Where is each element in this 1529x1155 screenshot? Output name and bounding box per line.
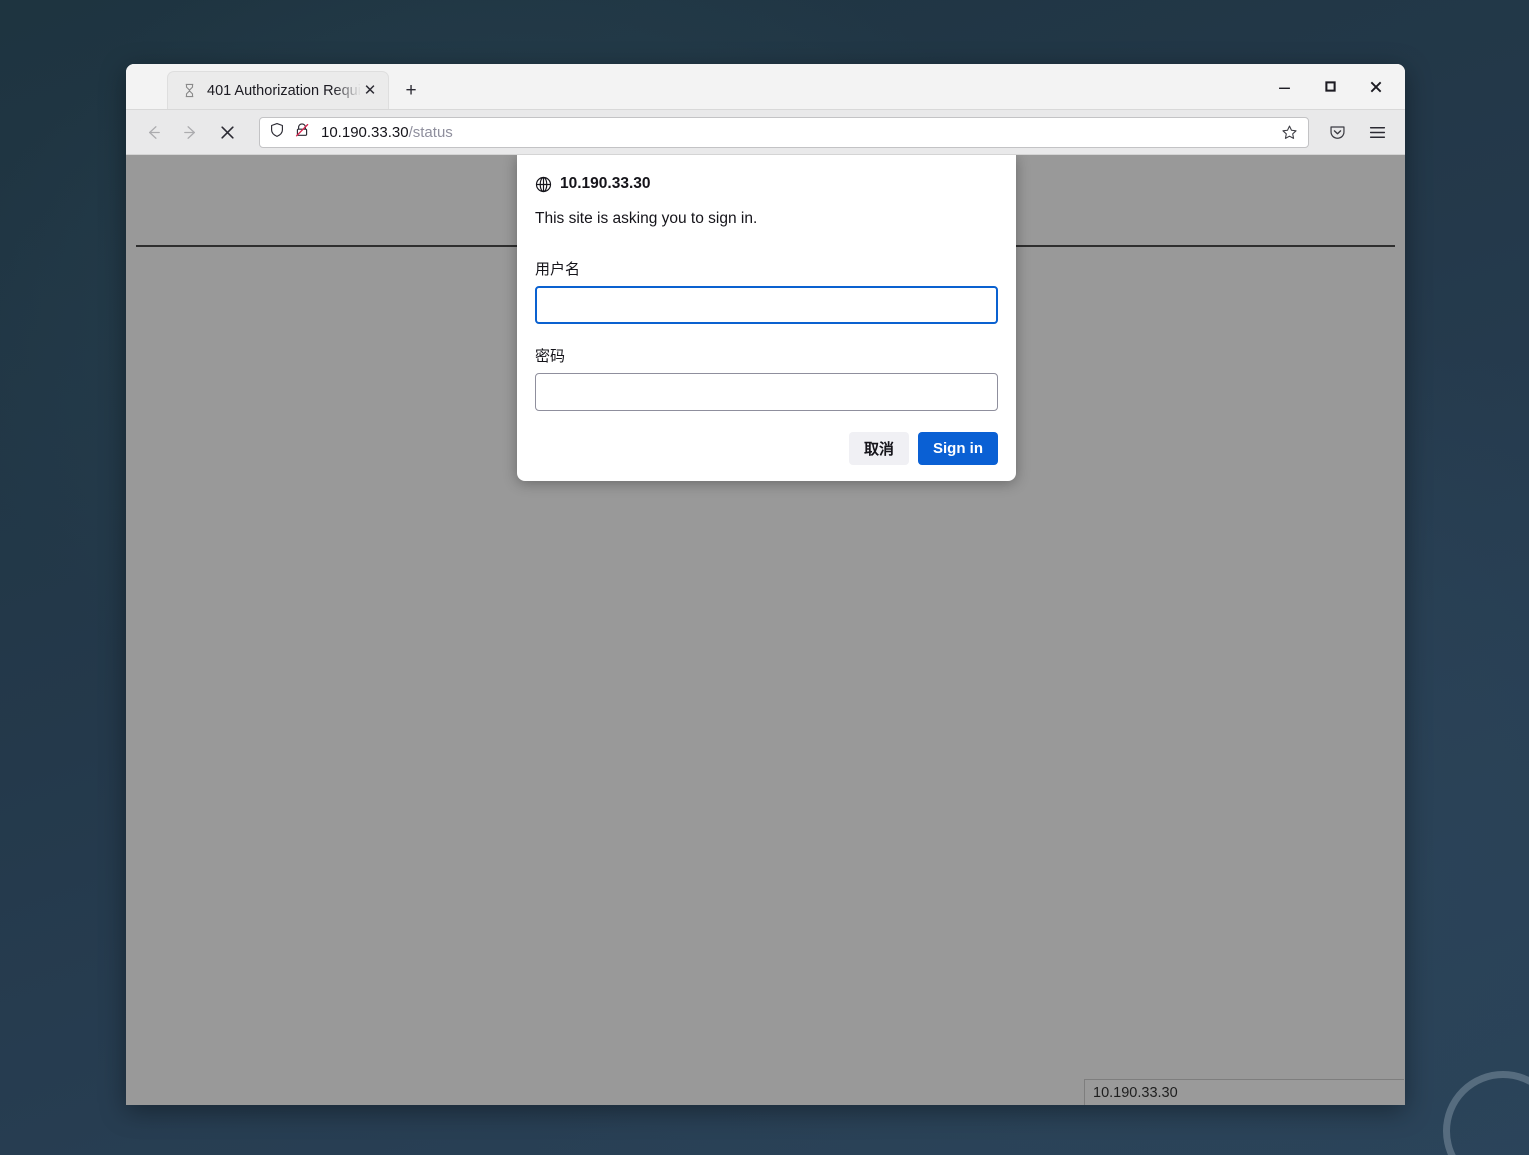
tab-title: 401 Authorization Required bbox=[207, 82, 361, 99]
dialog-origin-row: 10.190.33.30 bbox=[535, 175, 998, 193]
status-bar-popup: 10.190.33.30 bbox=[1084, 1079, 1404, 1105]
back-button[interactable] bbox=[136, 115, 170, 149]
password-label: 密码 bbox=[535, 348, 566, 365]
star-bookmark-icon[interactable] bbox=[1276, 119, 1302, 145]
forward-button[interactable] bbox=[173, 115, 207, 149]
username-input[interactable] bbox=[535, 286, 998, 324]
url-host: 10.190.33.30 bbox=[321, 123, 409, 141]
hamburger-menu-icon[interactable] bbox=[1359, 115, 1395, 149]
dialog-origin-text: 10.190.33.30 bbox=[560, 175, 651, 192]
status-bar-text: 10.190.33.30 bbox=[1093, 1084, 1178, 1101]
pocket-save-icon[interactable] bbox=[1319, 115, 1355, 149]
close-window-button[interactable] bbox=[1353, 64, 1399, 109]
page-content-area: 10.190.33.30 This site is asking you to … bbox=[126, 155, 1405, 1105]
maximize-button[interactable] bbox=[1307, 64, 1353, 109]
lock-crossed-insecure-icon[interactable] bbox=[294, 122, 310, 143]
url-identity-icons bbox=[269, 122, 310, 143]
new-tab-button[interactable]: + bbox=[395, 74, 427, 106]
toolbar-right-actions bbox=[1319, 115, 1395, 149]
stop-loading-button[interactable] bbox=[210, 115, 244, 149]
navigation-toolbar: 10.190.33.30/status bbox=[126, 110, 1405, 155]
dialog-message: This site is asking you to sign in. bbox=[535, 210, 758, 227]
tab-strip: 401 Authorization Required ✕ + bbox=[126, 64, 1405, 110]
desktop-background: 401 Authorization Required ✕ + bbox=[0, 0, 1529, 1155]
cancel-button[interactable]: 取消 bbox=[848, 432, 909, 465]
password-input[interactable] bbox=[535, 373, 998, 411]
dialog-layer: 10.190.33.30 This site is asking you to … bbox=[126, 155, 1405, 1105]
minimize-button[interactable] bbox=[1261, 64, 1307, 109]
circle-logo-icon bbox=[1443, 1071, 1529, 1155]
sign-in-button[interactable]: Sign in bbox=[918, 432, 998, 465]
url-text[interactable]: 10.190.33.30/status bbox=[321, 124, 1276, 141]
dialog-action-buttons: 取消 Sign in bbox=[535, 432, 998, 465]
tab-close-icon[interactable]: ✕ bbox=[361, 82, 379, 100]
shield-icon[interactable] bbox=[269, 122, 285, 143]
window-controls bbox=[1261, 64, 1399, 109]
password-field-group: 密码 bbox=[535, 345, 998, 411]
username-field-group: 用户名 bbox=[535, 258, 998, 324]
browser-window: 401 Authorization Required ✕ + bbox=[126, 64, 1405, 1105]
username-label: 用户名 bbox=[535, 261, 581, 278]
url-bar[interactable]: 10.190.33.30/status bbox=[259, 116, 1309, 148]
tab-401-authorization-required[interactable]: 401 Authorization Required ✕ bbox=[167, 71, 389, 109]
url-path: /status bbox=[408, 123, 453, 141]
globe-icon bbox=[535, 176, 552, 193]
hourglass-loading-icon bbox=[181, 82, 198, 99]
http-auth-dialog: 10.190.33.30 This site is asking you to … bbox=[517, 155, 1016, 481]
